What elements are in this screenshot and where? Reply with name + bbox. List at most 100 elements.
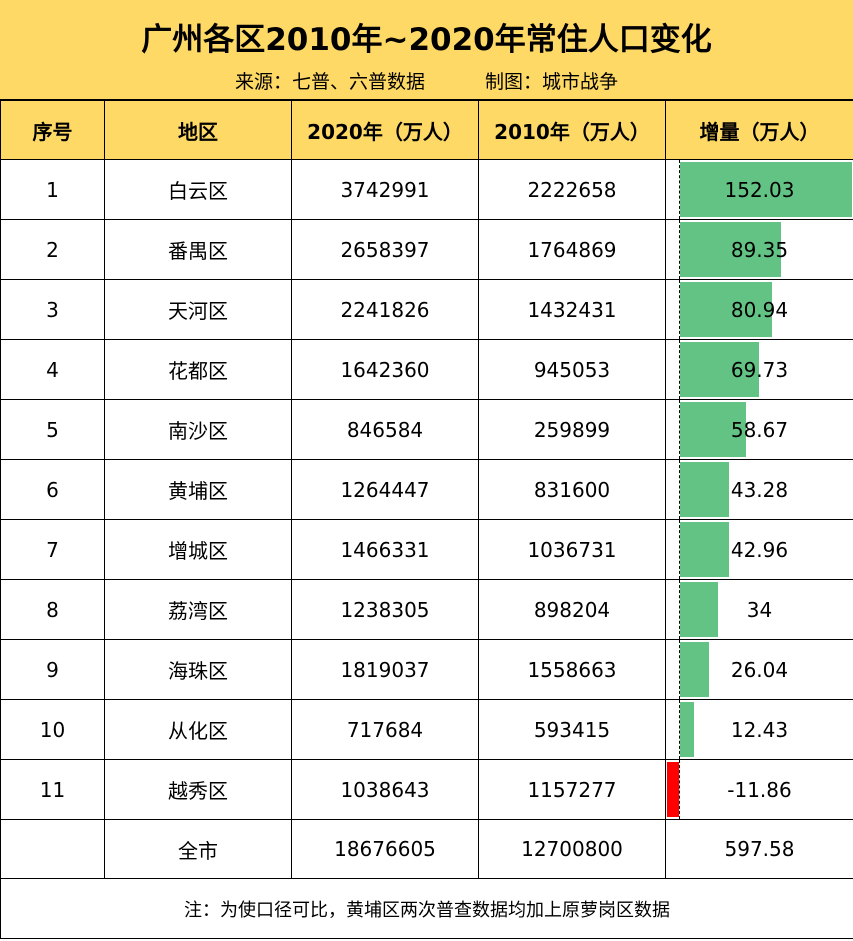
row-district: 增城区 (104, 519, 292, 580)
row-increase: 80.94 (665, 279, 853, 340)
footnote: 注：为使口径可比，黄埔区两次普查数据均加上原萝岗区数据 (0, 878, 853, 939)
increase-value-label: 152.03 (724, 177, 795, 202)
table-row: 3 天河区 2241826 1432431 80.94 (0, 279, 853, 340)
header-rank: 序号 (0, 100, 105, 160)
data-bar-positive (680, 522, 729, 577)
increase-value-label: -11.86 (727, 777, 792, 802)
increase-value-label: 69.73 (730, 357, 789, 382)
row-rank: 2 (0, 219, 105, 280)
subtitle: 来源：七普、六普数据 制图：城市战争 (0, 67, 853, 94)
population-table: 序号 地区 2020年（万人） 2010年（万人） 增量（万人） 1 白云区 374… (0, 100, 853, 939)
increase-value-label: 58.67 (730, 417, 789, 442)
row-pop2010: 259899 (478, 399, 666, 460)
table-row: 4 花都区 1642360 945053 69.73 (0, 339, 853, 400)
row-pop2020: 1819037 (291, 639, 479, 700)
header-district: 地区 (104, 100, 292, 160)
data-bar-positive (680, 582, 719, 637)
row-pop2010: 1157277 (478, 759, 666, 820)
row-district: 天河区 (104, 279, 292, 340)
author-label: 制图：城市战争 (485, 71, 619, 93)
table-header-row: 序号 地区 2020年（万人） 2010年（万人） 增量（万人） (0, 100, 853, 160)
row-pop2010: 1036731 (478, 519, 666, 580)
total-district: 全市 (104, 819, 292, 879)
row-district: 从化区 (104, 699, 292, 760)
row-rank: 9 (0, 639, 105, 700)
row-rank: 5 (0, 399, 105, 460)
data-bar-positive (680, 642, 710, 697)
bar-axis (679, 760, 680, 819)
row-increase: 58.67 (665, 399, 853, 460)
increase-value-label: 42.96 (730, 537, 789, 562)
row-pop2020: 1466331 (291, 519, 479, 580)
row-increase: 34 (665, 579, 853, 640)
row-district: 荔湾区 (104, 579, 292, 640)
note-row: 注：为使口径可比，黄埔区两次普查数据均加上原萝岗区数据 (0, 878, 853, 939)
table-row: 2 番禺区 2658397 1764869 89.35 (0, 219, 853, 280)
row-pop2010: 831600 (478, 459, 666, 520)
row-pop2020: 1642360 (291, 339, 479, 400)
row-increase: 43.28 (665, 459, 853, 520)
row-increase: -11.86 (665, 759, 853, 820)
title-band: 广州各区2010年~2020年常住人口变化 来源：七普、六普数据 制图：城市战争 (0, 0, 853, 100)
increase-value-label: 12.43 (730, 717, 789, 742)
row-district: 花都区 (104, 339, 292, 400)
row-increase: 42.96 (665, 519, 853, 580)
source-label: 来源：七普、六普数据 (234, 71, 425, 93)
row-rank: 8 (0, 579, 105, 640)
total-rank (0, 819, 105, 879)
row-pop2010: 1764869 (478, 219, 666, 280)
row-rank: 11 (0, 759, 105, 820)
header-pop2020: 2020年（万人） (291, 100, 479, 160)
header-pop2010: 2010年（万人） (478, 100, 666, 160)
row-pop2010: 898204 (478, 579, 666, 640)
row-district: 番禺区 (104, 219, 292, 280)
row-increase: 26.04 (665, 639, 853, 700)
row-district: 南沙区 (104, 399, 292, 460)
row-pop2010: 1432431 (478, 279, 666, 340)
row-rank: 10 (0, 699, 105, 760)
total-pop2020: 18676605 (291, 819, 479, 879)
row-rank: 3 (0, 279, 105, 340)
row-district: 海珠区 (104, 639, 292, 700)
row-rank: 4 (0, 339, 105, 400)
row-pop2020: 3742991 (291, 159, 479, 220)
table-row-total: 全市 18676605 12700800 597.58 (0, 819, 853, 879)
increase-value-label: 80.94 (730, 297, 789, 322)
row-district: 黄埔区 (104, 459, 292, 520)
row-increase: 152.03 (665, 159, 853, 220)
data-bar-negative (667, 762, 679, 817)
table-row: 9 海珠区 1819037 1558663 26.04 (0, 639, 853, 700)
row-pop2010: 945053 (478, 339, 666, 400)
table-row: 10 从化区 717684 593415 12.43 (0, 699, 853, 760)
row-pop2010: 593415 (478, 699, 666, 760)
row-rank: 1 (0, 159, 105, 220)
row-pop2020: 1264447 (291, 459, 479, 520)
table-row: 5 南沙区 846584 259899 58.67 (0, 399, 853, 460)
increase-value-label: 26.04 (730, 657, 789, 682)
row-increase: 12.43 (665, 699, 853, 760)
row-pop2020: 2658397 (291, 219, 479, 280)
row-pop2010: 1558663 (478, 639, 666, 700)
row-rank: 6 (0, 459, 105, 520)
data-bar-positive (680, 702, 695, 757)
increase-value-label: 34 (746, 597, 773, 622)
increase-value-label: 89.35 (730, 237, 789, 262)
table-row: 7 增城区 1466331 1036731 42.96 (0, 519, 853, 580)
total-pop2010: 12700800 (478, 819, 666, 879)
table-row: 1 白云区 3742991 2222658 152.03 (0, 159, 853, 220)
data-bar-positive (680, 462, 729, 517)
row-pop2020: 1238305 (291, 579, 479, 640)
table-row: 6 黄埔区 1264447 831600 43.28 (0, 459, 853, 520)
header-increase: 增量（万人） (665, 100, 853, 160)
table-row: 11 越秀区 1038643 1157277 -11.86 (0, 759, 853, 820)
total-increase: 597.58 (665, 819, 853, 879)
row-pop2020: 846584 (291, 399, 479, 460)
page-title: 广州各区2010年~2020年常住人口变化 (141, 22, 712, 58)
row-district: 白云区 (104, 159, 292, 220)
table-row: 8 荔湾区 1238305 898204 34 (0, 579, 853, 640)
increase-value-label: 43.28 (730, 477, 789, 502)
row-pop2010: 2222658 (478, 159, 666, 220)
row-district: 越秀区 (104, 759, 292, 820)
row-rank: 7 (0, 519, 105, 580)
population-table-figure: 广州各区2010年~2020年常住人口变化 来源：七普、六普数据 制图：城市战争 … (0, 0, 853, 941)
